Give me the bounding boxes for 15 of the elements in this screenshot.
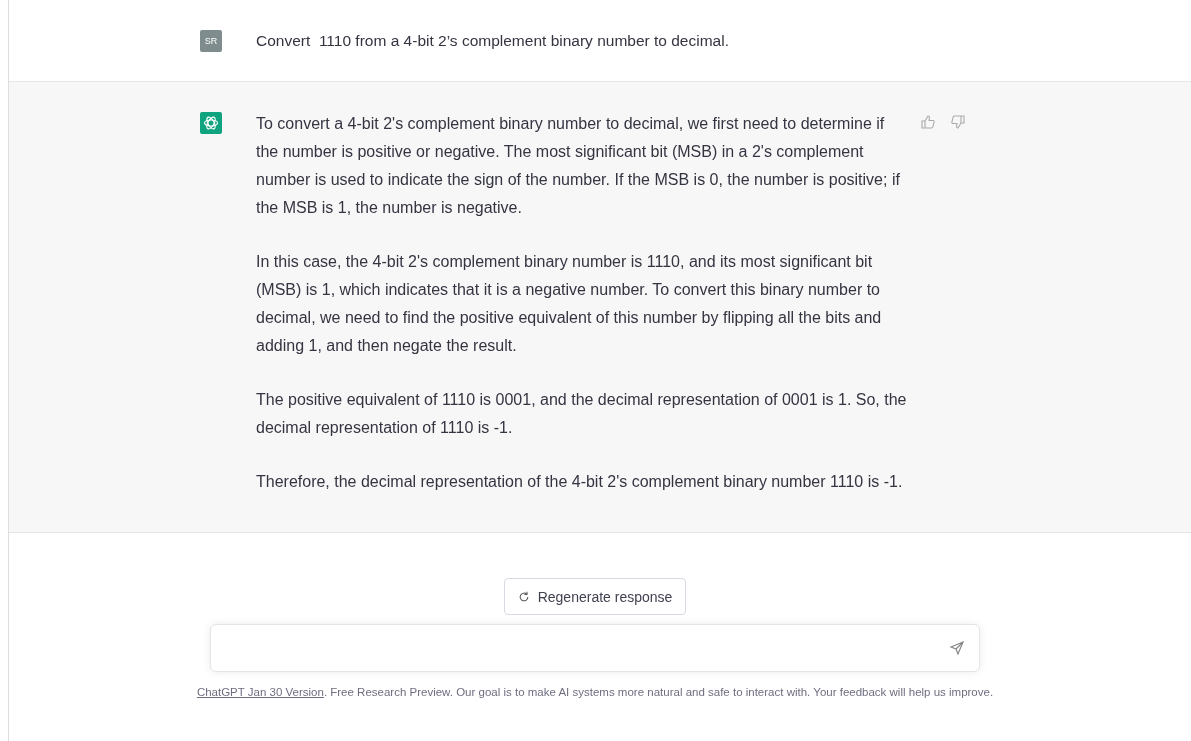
response-paragraph: Therefore, the decimal representation of the 4-bit 2's complement binary number 1110 is -1. (256, 472, 904, 492)
response-paragraph: To convert a 4-bit 2's complement binary number to decimal, we first need to determine if the number is positive or negative. The most significant bit (MSB) in a 2's complement number is used to indicate the sign of the number. If the MSB is 0, the number is positive; if the MSB is 1, the number is negative. (256, 114, 901, 218)
response-paragraph: The positive equivalent of 1110 is 0001, and the decimal representation of 0001 is 1. So, the decimal representation of 1110 is -1. (256, 390, 908, 438)
user-message: Convert 1110 from a 4-bit 2’s complement binary number to decimal. (256, 31, 729, 51)
thumbs-up-icon[interactable] (920, 114, 936, 130)
thumbs-down-icon[interactable] (950, 114, 966, 130)
message-input[interactable] (210, 624, 980, 672)
assistant-logo-icon (200, 112, 222, 134)
refresh-icon (517, 590, 530, 603)
user-avatar: SR (200, 30, 222, 52)
regenerate-button[interactable]: Regenerate response (503, 578, 687, 615)
response-paragraph: In this case, the 4-bit 2's complement binary number is 1110, and its most significant bit (MSB) is 1, which indicates that it is a negative number. To convert this binary number to decimal, we need to find the positive equivalent of this number by flipping all the bits and adding 1, and then negate the result. (256, 252, 883, 356)
version-link[interactable]: ChatGPT Jan 30 Version (196, 686, 324, 698)
footer-note: ChatGPT Jan 30 Version. Free Research Preview. Our goal is to make AI systems more natural and safe to interact with. Your feedback will help us improve. (196, 686, 994, 698)
send-icon[interactable] (949, 640, 965, 656)
